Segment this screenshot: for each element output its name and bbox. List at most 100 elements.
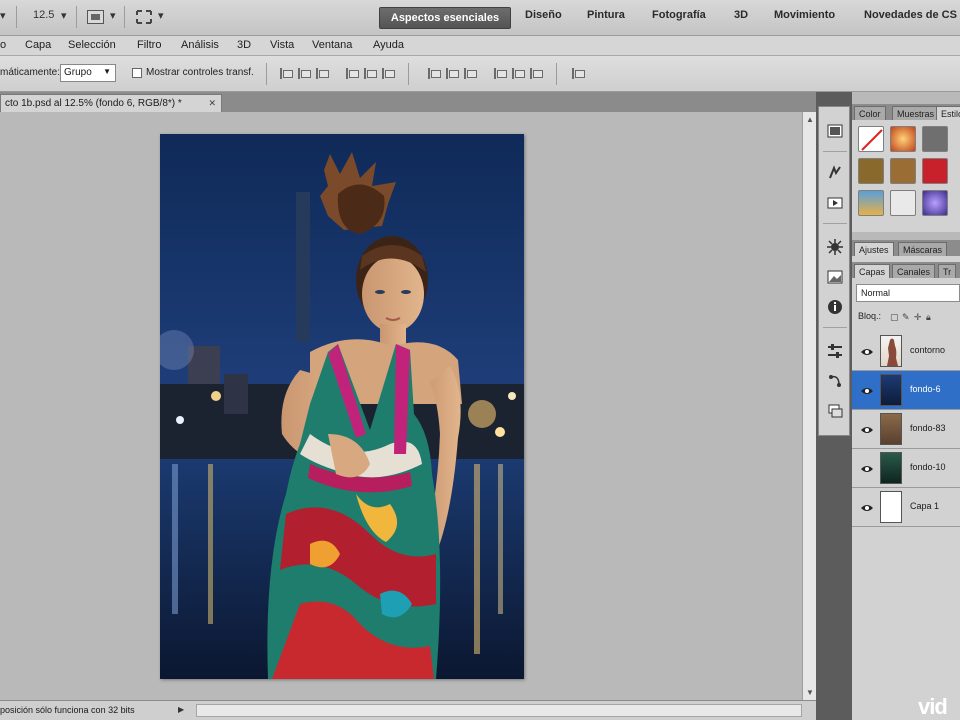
paths-icon[interactable] [825, 371, 845, 391]
distribute-horizontal-center-icon[interactable] [510, 67, 525, 80]
distribute-left-icon[interactable] [492, 67, 507, 80]
scroll-down-icon[interactable]: ▼ [806, 688, 814, 697]
tab-layers[interactable]: Capas [854, 264, 891, 278]
align-top-icon[interactable] [278, 67, 293, 80]
style-swatch[interactable] [890, 158, 916, 184]
actions-icon[interactable] [825, 193, 845, 213]
menu-window[interactable]: Ventana [312, 39, 352, 51]
status-menu-arrow-icon[interactable]: ▶ [178, 705, 184, 714]
mini-bridge-icon[interactable] [825, 121, 845, 141]
menu-image[interactable]: o [0, 39, 6, 51]
layer-row-fondo-6[interactable]: fondo-6 [852, 371, 960, 410]
vertical-scrollbar[interactable]: ▲ ▼ [802, 112, 816, 700]
auto-select-dropdown[interactable]: Grupo ▼ [60, 64, 116, 82]
menu-help[interactable]: Ayuda [373, 39, 404, 51]
status-bar: posición sólo funciona con 32 bits ▶ [0, 700, 816, 720]
info-icon[interactable] [825, 297, 845, 317]
document-image[interactable] [160, 134, 524, 679]
horizontal-scrollbar[interactable] [196, 704, 802, 717]
adjustments-icon[interactable] [825, 341, 845, 361]
distribute-right-icon[interactable] [528, 67, 543, 80]
dropdown-arrow-icon[interactable]: ▾ [0, 9, 6, 22]
lock-position-icon[interactable]: ✛ [914, 312, 922, 323]
menu-layer[interactable]: Capa [25, 39, 51, 51]
lock-image-icon[interactable]: ✎ [902, 312, 910, 323]
blend-mode-value: Normal [861, 288, 891, 298]
layer-name: Capa 1 [910, 501, 940, 511]
tab-adjustments[interactable]: Ajustes [854, 242, 894, 256]
menu-3d[interactable]: 3D [237, 39, 251, 51]
menu-bar: o Capa Selección Filtro Análisis 3D Vist… [0, 36, 960, 56]
tab-styles[interactable]: Estilos [936, 106, 960, 120]
brush-settings-icon[interactable] [825, 237, 845, 257]
layer-thumbnail [880, 491, 902, 523]
divider [124, 6, 125, 28]
view-extras-icon[interactable] [87, 10, 104, 24]
zoom-level[interactable]: 12.5 [33, 9, 54, 21]
distribute-top-icon[interactable] [426, 67, 441, 80]
tab-swatches[interactable]: Muestras [892, 106, 940, 120]
layer-name: contorno [910, 345, 946, 355]
tab-color[interactable]: Color [854, 106, 886, 120]
screen-mode-dropdown-icon[interactable]: ▾ [158, 9, 164, 22]
style-swatch[interactable] [890, 126, 916, 152]
style-swatch[interactable] [858, 158, 884, 184]
menu-filter[interactable]: Filtro [137, 39, 161, 51]
style-swatch[interactable] [922, 126, 948, 152]
clone-source-icon[interactable] [825, 267, 845, 287]
align-bottom-icon[interactable] [314, 67, 329, 80]
distribute-bottom-icon[interactable] [462, 67, 477, 80]
layer-comps-icon[interactable] [825, 401, 845, 421]
align-right-icon[interactable] [380, 67, 395, 80]
style-none-swatch[interactable] [858, 126, 884, 152]
workspace-painting-button[interactable]: Pintura [587, 9, 625, 21]
show-transform-controls-checkbox[interactable] [132, 68, 142, 78]
visibility-eye-icon[interactable] [860, 345, 874, 357]
style-swatch[interactable] [922, 190, 948, 216]
divider [823, 223, 847, 224]
tab-channels[interactable]: Canales [892, 264, 936, 278]
zoom-dropdown-icon[interactable]: ▾ [61, 9, 67, 22]
blend-mode-dropdown[interactable]: Normal [856, 284, 960, 302]
menu-view[interactable]: Vista [270, 39, 294, 51]
auto-align-layers-icon[interactable] [570, 67, 585, 80]
align-horizontal-center-icon[interactable] [362, 67, 377, 80]
visibility-eye-icon[interactable] [860, 501, 874, 513]
style-swatch[interactable] [858, 190, 884, 216]
status-text: posición sólo funciona con 32 bits [0, 705, 135, 715]
visibility-eye-icon[interactable] [860, 462, 874, 474]
layer-row-contorno[interactable]: contorno [852, 332, 960, 371]
visibility-eye-icon[interactable] [860, 423, 874, 435]
show-transform-controls-label: Mostrar controles transf. [146, 67, 254, 78]
workspace-photography-button[interactable]: Fotografía [652, 9, 706, 21]
layer-row-fondo-10[interactable]: fondo-10 [852, 449, 960, 488]
layer-thumbnail [880, 452, 902, 484]
layer-row-fondo-83[interactable]: fondo-83 [852, 410, 960, 449]
menu-select[interactable]: Selección [68, 39, 116, 51]
workspace-new-in-cs-button[interactable]: Novedades de CS [864, 9, 957, 21]
history-icon[interactable] [825, 163, 845, 183]
lock-transparency-icon[interactable]: ▢ [890, 312, 899, 323]
lock-all-icon[interactable]: 🔒︎ [926, 312, 931, 323]
distribute-vertical-center-icon[interactable] [444, 67, 459, 80]
align-left-icon[interactable] [344, 67, 359, 80]
close-icon[interactable]: ✕ [208, 98, 216, 109]
scroll-up-icon[interactable]: ▲ [806, 115, 814, 124]
workspace-3d-button[interactable]: 3D [734, 9, 748, 21]
screen-mode-icon[interactable] [135, 9, 153, 25]
workspace-motion-button[interactable]: Movimiento [774, 9, 835, 21]
tab-paths[interactable]: Tr [938, 264, 957, 278]
visibility-eye-icon[interactable] [860, 384, 874, 396]
workspace-design-button[interactable]: Diseño [525, 9, 562, 21]
workspace-essentials-button[interactable]: Aspectos esenciales [379, 7, 511, 29]
document-tab[interactable]: cto 1b.psd al 12.5% (fondo 6, RGB/8*) * … [0, 94, 222, 112]
view-extras-dropdown-icon[interactable]: ▾ [110, 9, 116, 22]
tab-masks[interactable]: Máscaras [898, 242, 948, 256]
layer-thumbnail [880, 335, 902, 367]
menu-analysis[interactable]: Análisis [181, 39, 219, 51]
layer-row-capa-1[interactable]: Capa 1 [852, 488, 960, 527]
watermark-logo: vid [918, 694, 948, 719]
style-swatch[interactable] [890, 190, 916, 216]
style-swatch[interactable] [922, 158, 948, 184]
align-vertical-center-icon[interactable] [296, 67, 311, 80]
